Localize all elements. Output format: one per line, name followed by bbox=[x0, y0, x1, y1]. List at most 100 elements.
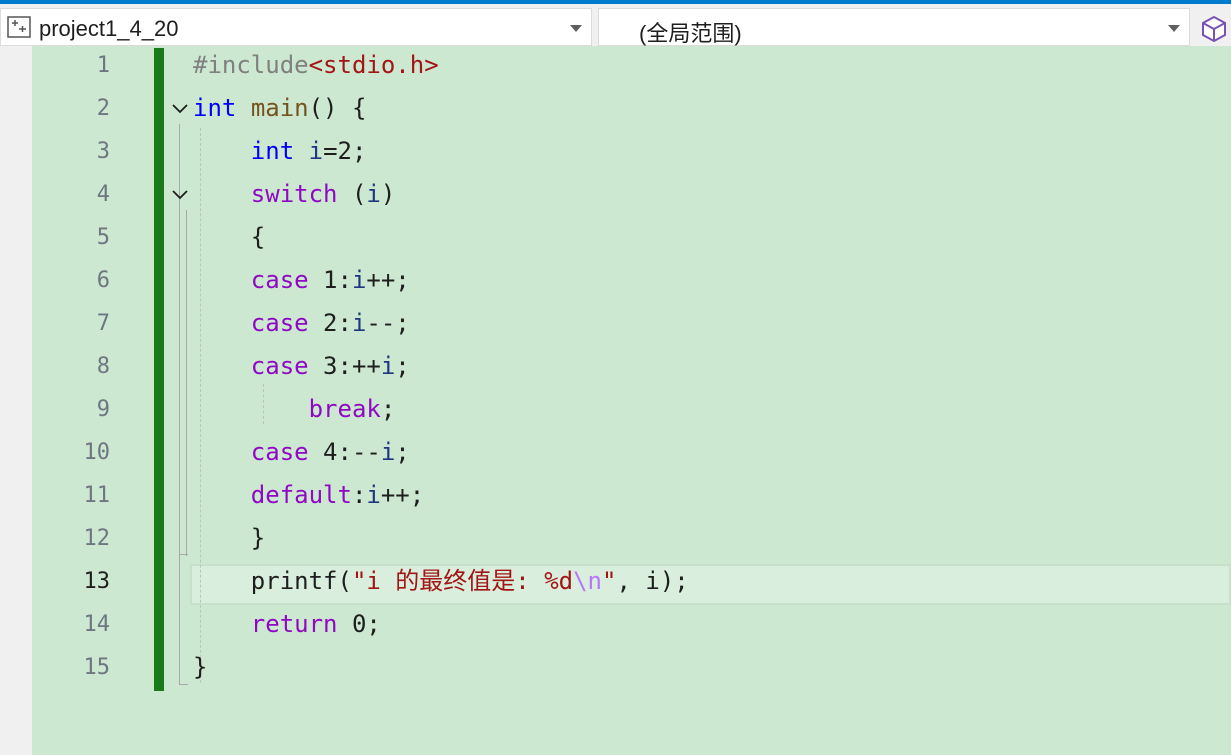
code-line[interactable]: case 1:i++; bbox=[193, 259, 410, 302]
code-line[interactable]: case 3:++i; bbox=[193, 345, 410, 388]
code-token: case bbox=[250, 438, 309, 466]
fold-guide-switch-end bbox=[179, 554, 188, 555]
code-token: =2; bbox=[323, 137, 367, 165]
line-number: 5 bbox=[96, 225, 110, 250]
code-token: ; bbox=[395, 438, 410, 466]
code-token: "i 的最终值是: %d bbox=[351, 567, 574, 595]
code-token: i bbox=[351, 309, 367, 337]
code-token: } bbox=[193, 524, 266, 552]
cube-icon[interactable] bbox=[1200, 13, 1228, 43]
line-number: 15 bbox=[83, 655, 111, 680]
code-token: ; bbox=[395, 352, 410, 380]
code-line[interactable]: } bbox=[193, 646, 207, 689]
code-editor[interactable]: 1 2 3 4 5 6 7 8 9 10 11 12 13 14 15 #include<stdio.h> i… bbox=[0, 46, 1231, 755]
fold-guide-main bbox=[179, 124, 180, 684]
change-tracking-bar bbox=[154, 48, 164, 691]
code-line[interactable]: default:i++; bbox=[193, 474, 424, 517]
chevron-down-icon[interactable] bbox=[570, 25, 582, 32]
line-number: 14 bbox=[83, 612, 111, 637]
code-line[interactable]: int main() { bbox=[193, 87, 366, 130]
line-number: 11 bbox=[83, 483, 111, 508]
code-token: 0; bbox=[337, 610, 381, 638]
navigation-bar: project1_4_20 (全局范围) bbox=[0, 4, 1231, 46]
line-number: 7 bbox=[96, 311, 110, 336]
code-token: 2: bbox=[308, 309, 352, 337]
code-token: default bbox=[250, 481, 352, 509]
code-token: } bbox=[193, 653, 208, 681]
project-icon bbox=[7, 16, 31, 38]
code-token: switch bbox=[250, 180, 338, 208]
project-dropdown-label: project1_4_20 bbox=[39, 16, 179, 41]
code-token: #include bbox=[193, 51, 309, 79]
code-token: , i); bbox=[616, 567, 689, 595]
fold-chevron-icon[interactable] bbox=[170, 98, 190, 118]
code-line[interactable]: { bbox=[193, 216, 265, 259]
line-number: 1 bbox=[96, 53, 110, 78]
code-line[interactable]: break; bbox=[193, 388, 396, 431]
code-token: <stdio.h> bbox=[308, 51, 439, 79]
code-token: 3:++ bbox=[308, 352, 381, 380]
code-token: int bbox=[193, 94, 237, 122]
code-line[interactable]: case 2:i--; bbox=[193, 302, 410, 345]
line-number: 10 bbox=[83, 440, 111, 465]
code-token: () { bbox=[308, 94, 367, 122]
code-line[interactable]: printf("i 的最终值是: %d\n", i); bbox=[193, 560, 689, 603]
code-token: --; bbox=[366, 309, 410, 337]
code-token: : bbox=[351, 481, 367, 509]
fold-guide-main-end bbox=[179, 684, 188, 685]
code-token: { bbox=[193, 223, 266, 251]
code-token: case bbox=[250, 352, 309, 380]
code-token: ) bbox=[380, 180, 396, 208]
project-dropdown[interactable]: project1_4_20 bbox=[0, 8, 592, 46]
code-line[interactable]: case 4:--i; bbox=[193, 431, 410, 474]
code-token: i bbox=[366, 180, 381, 208]
line-number: 13 bbox=[83, 569, 111, 594]
code-token: i bbox=[380, 352, 396, 380]
chevron-down-icon[interactable] bbox=[1168, 25, 1180, 32]
code-token: ++; bbox=[366, 266, 410, 294]
line-number: 8 bbox=[96, 354, 110, 379]
code-token: main bbox=[250, 94, 309, 122]
code-token: int bbox=[250, 137, 295, 165]
code-token: " bbox=[602, 567, 617, 595]
code-line[interactable]: switch (i) bbox=[193, 173, 396, 216]
code-token: printf( bbox=[193, 567, 352, 595]
code-token: i bbox=[366, 481, 381, 509]
line-number: 3 bbox=[96, 139, 110, 164]
line-number: 2 bbox=[96, 96, 110, 121]
code-token: 4:-- bbox=[308, 438, 381, 466]
code-token: ; bbox=[380, 395, 396, 423]
code-token: case bbox=[250, 266, 309, 294]
code-line[interactable]: } bbox=[193, 517, 265, 560]
code-token: i bbox=[380, 438, 396, 466]
line-number: 12 bbox=[83, 526, 111, 551]
code-token: break bbox=[308, 395, 381, 423]
line-number: 6 bbox=[96, 268, 110, 293]
fold-guide-switch bbox=[186, 210, 187, 556]
scope-dropdown-label: (全局范围) bbox=[639, 21, 742, 46]
code-line[interactable]: int i=2; bbox=[193, 130, 367, 173]
code-token: i bbox=[351, 266, 367, 294]
code-token: return bbox=[250, 610, 338, 638]
line-number: 9 bbox=[96, 397, 110, 422]
code-token: case bbox=[250, 309, 309, 337]
code-token: \n bbox=[573, 567, 603, 595]
line-number: 4 bbox=[96, 182, 110, 207]
fold-chevron-icon[interactable] bbox=[170, 184, 190, 204]
code-token: i bbox=[308, 137, 324, 165]
code-line[interactable]: return 0; bbox=[193, 603, 381, 646]
code-token: 1: bbox=[308, 266, 352, 294]
scope-dropdown[interactable]: (全局范围) bbox=[598, 8, 1190, 46]
code-line[interactable]: #include<stdio.h> bbox=[193, 44, 439, 87]
